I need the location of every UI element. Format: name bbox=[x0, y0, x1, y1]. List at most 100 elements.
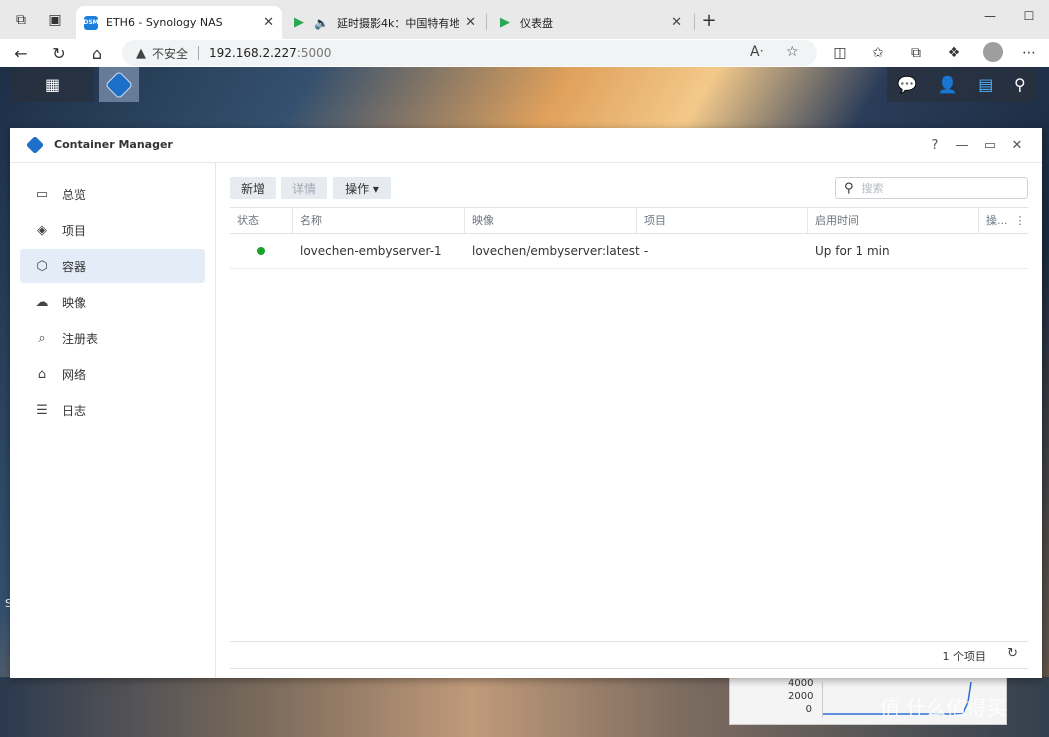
audio-icon[interactable]: 🔈 bbox=[314, 16, 329, 30]
sidebar-item-image[interactable]: ☁ 映像 bbox=[20, 285, 205, 319]
window-title: Container Manager bbox=[54, 138, 173, 151]
image-icon: ☁ bbox=[35, 294, 49, 310]
taskbar-container-manager[interactable] bbox=[99, 67, 139, 102]
column-header-name[interactable]: 名称 bbox=[293, 208, 465, 233]
sidebar-item-label: 网络 bbox=[62, 367, 87, 382]
sidebar-item-label: 映像 bbox=[62, 295, 87, 310]
details-button[interactable]: 详情 bbox=[281, 177, 327, 199]
table-footer: 1 个项目 ↻ bbox=[230, 641, 1028, 669]
tab-close-icon[interactable]: ✕ bbox=[263, 15, 274, 30]
dsm-favicon-icon: DSM bbox=[83, 15, 99, 30]
extensions-icon[interactable]: ❖ bbox=[943, 42, 965, 64]
column-header-image[interactable]: 映像 bbox=[465, 208, 637, 233]
widgets-icon[interactable]: ▤ bbox=[978, 75, 993, 94]
widget-axis-label: 2000 bbox=[788, 691, 814, 702]
status-cell bbox=[230, 234, 293, 268]
profile-avatar[interactable] bbox=[983, 42, 1003, 62]
close-icon[interactable]: ✕ bbox=[1008, 136, 1026, 154]
column-options-icon[interactable]: ⋮ bbox=[1012, 208, 1028, 233]
sidebar-item-container[interactable]: ⬡ 容器 bbox=[20, 249, 205, 283]
grid-icon: ▦ bbox=[44, 75, 61, 94]
sidebar-item-label: 容器 bbox=[62, 259, 87, 274]
read-aloud-icon[interactable]: A͏ᐧ bbox=[750, 44, 763, 60]
tab-title: 仪表盘 bbox=[520, 16, 553, 30]
actions-dropdown-button[interactable]: 操作 ▾ bbox=[333, 177, 391, 199]
column-header-uptime[interactable]: 启用时间 bbox=[808, 208, 979, 233]
split-screen-icon[interactable]: ◫ bbox=[829, 42, 851, 64]
refresh-icon[interactable]: ↻ bbox=[1007, 646, 1018, 661]
table-row[interactable]: lovechen-embyserver-1 lovechen/embyserve… bbox=[230, 234, 1028, 269]
play-favicon-icon: ▶ bbox=[294, 15, 304, 30]
url-host: 192.168.2.227 bbox=[209, 46, 297, 60]
add-button[interactable]: 新增 bbox=[230, 177, 276, 199]
sidebar-item-label: 注册表 bbox=[62, 331, 99, 346]
column-header-actions[interactable]: 操... bbox=[979, 208, 1012, 233]
favorites-icon[interactable]: ✩ bbox=[867, 42, 889, 64]
user-icon[interactable]: 👤 bbox=[938, 75, 958, 94]
container-uptime: Up for 1 min bbox=[815, 244, 890, 258]
browser-tab-dashboard[interactable]: ▶ 仪表盘 ✕ bbox=[490, 6, 690, 39]
sidebar-item-log[interactable]: ☰ 日志 bbox=[20, 393, 205, 427]
container-manager-window: Container Manager ? — ▭ ✕ ▭ 总览 ◈ 项目 ⬡ 容器… bbox=[10, 128, 1042, 678]
column-header-status[interactable]: 状态 bbox=[230, 208, 293, 233]
more-menu-icon[interactable]: ⋯ bbox=[1018, 42, 1040, 64]
collections-icon[interactable]: ⧉ bbox=[905, 42, 927, 64]
tab-title: ETH6 - Synology NAS bbox=[106, 16, 223, 29]
sidebar-item-network[interactable]: ⌂ 网络 bbox=[20, 357, 205, 391]
maximize-window-icon[interactable]: ☐ bbox=[1017, 6, 1041, 26]
help-button[interactable]: ? bbox=[926, 136, 944, 154]
url-divider bbox=[198, 46, 200, 60]
new-tab-icon[interactable]: + bbox=[698, 9, 720, 31]
search-box[interactable]: ⚲ bbox=[835, 177, 1028, 199]
tab-close-icon[interactable]: ✕ bbox=[671, 15, 682, 30]
container-manager-app-icon bbox=[104, 70, 134, 99]
dsm-tray: 💬 👤 ▤ ⚲ bbox=[887, 67, 1036, 102]
column-header-project[interactable]: 项目 bbox=[637, 208, 808, 233]
main-menu-button[interactable]: ▦ bbox=[11, 67, 94, 102]
container-name: lovechen-embyserver-1 bbox=[300, 244, 442, 258]
favorite-star-icon[interactable]: ☆ bbox=[786, 44, 799, 60]
notifications-icon[interactable]: 💬 bbox=[897, 75, 917, 94]
sidebar-item-project[interactable]: ◈ 项目 bbox=[20, 213, 205, 247]
workspaces-icon[interactable]: ⧉ bbox=[10, 9, 32, 31]
container-icon: ⬡ bbox=[36, 258, 48, 274]
minimize-window-icon[interactable]: — bbox=[978, 6, 1002, 26]
main-panel: 新增 详情 操作 ▾ ⚲ 状态 名称 映像 项目 启用时间 操... ⋮ lov… bbox=[230, 162, 1028, 678]
browser-tab-video[interactable]: ▶ 🔈 延时摄影4k：中国特有地貌 ✕ bbox=[284, 6, 484, 39]
security-label: 不安全 bbox=[152, 46, 189, 61]
sidebar: ▭ 总览 ◈ 项目 ⬡ 容器 ☁ 映像 ⌕ 注册表 ⌂ 网络 ☰ 日志 bbox=[10, 162, 216, 678]
network-icon: ⌂ bbox=[37, 366, 47, 382]
sidebar-item-label: 项目 bbox=[62, 223, 87, 238]
search-input[interactable] bbox=[859, 180, 1004, 196]
container-image: lovechen/embyserver:latest bbox=[472, 244, 640, 258]
play-favicon-icon: ▶ bbox=[500, 15, 510, 30]
running-status-icon bbox=[257, 247, 265, 255]
home-icon[interactable]: ⌂ bbox=[86, 42, 108, 64]
search-icon[interactable]: ⚲ bbox=[1014, 75, 1026, 94]
window-header[interactable]: Container Manager ? — ▭ ✕ bbox=[10, 128, 1042, 163]
url-port: :5000 bbox=[296, 46, 332, 60]
table-header: 状态 名称 映像 项目 启用时间 操... ⋮ bbox=[230, 207, 1028, 234]
reload-icon[interactable]: ↻ bbox=[48, 42, 70, 64]
back-icon[interactable]: ← bbox=[10, 42, 32, 64]
overview-icon: ▭ bbox=[35, 186, 49, 202]
browser-tab-synology[interactable]: DSM ETH6 - Synology NAS ✕ bbox=[76, 6, 282, 39]
container-project: - bbox=[644, 244, 649, 258]
minimize-icon[interactable]: — bbox=[953, 136, 971, 154]
url-field[interactable]: ▲ 不安全 192.168.2.227 :5000 A͏ᐧ ☆ bbox=[122, 40, 817, 66]
warning-icon: ▲ bbox=[136, 45, 146, 61]
tab-close-icon[interactable]: ✕ bbox=[465, 15, 476, 30]
browser-address-bar: ← ↻ ⌂ ▲ 不安全 192.168.2.227 :5000 A͏ᐧ ☆ ◫ … bbox=[0, 39, 1049, 67]
sidebar-item-label: 日志 bbox=[62, 403, 87, 418]
tab-actions-icon[interactable]: ▣ bbox=[44, 9, 66, 31]
tab-title: 延时摄影4k：中国特有地貌 bbox=[336, 16, 460, 30]
container-table: 状态 名称 映像 项目 启用时间 操... ⋮ lovechen-embyser… bbox=[230, 207, 1028, 269]
item-count: 1 个项目 bbox=[942, 650, 987, 663]
sidebar-item-registry[interactable]: ⌕ 注册表 bbox=[20, 321, 205, 355]
sidebar-item-overview[interactable]: ▭ 总览 bbox=[20, 177, 205, 211]
sidebar-item-label: 总览 bbox=[62, 187, 87, 202]
watermark: 值 什么值得买 bbox=[880, 696, 1007, 720]
maximize-icon[interactable]: ▭ bbox=[981, 136, 999, 154]
browser-tab-bar: ⧉ ▣ DSM ETH6 - Synology NAS ✕ ▶ 🔈 延时摄影4k… bbox=[0, 0, 1049, 39]
widget-axis-label: 0 bbox=[805, 704, 812, 715]
